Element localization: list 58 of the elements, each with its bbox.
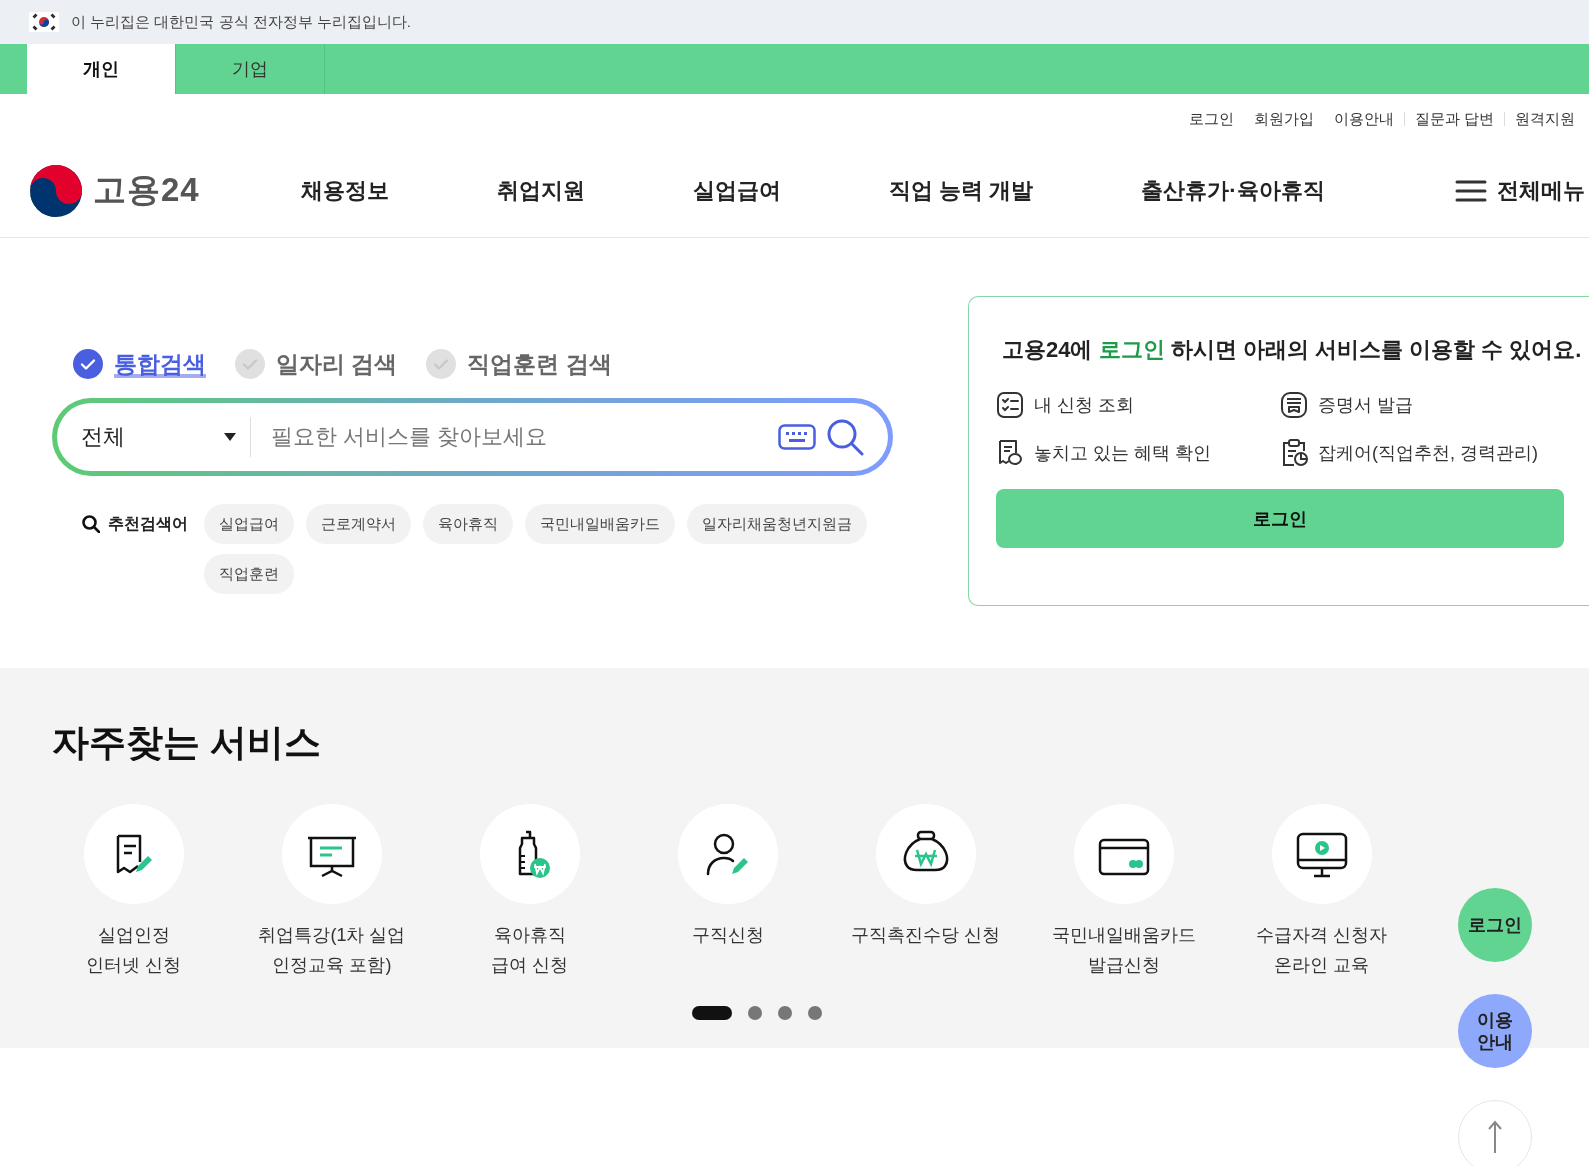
emblem-icon [29, 163, 83, 218]
search-icon[interactable] [826, 418, 864, 456]
utility-link[interactable]: 질문과 답변 [1404, 109, 1504, 129]
login-prompt: 고용24에 로그인 하시면 아래의 서비스를 이용할 수 있어요. [1002, 336, 1583, 364]
unchecked-circle-icon [425, 348, 458, 380]
checklist-icon [996, 391, 1024, 419]
search-type-option[interactable]: 직업훈련 검색 [425, 348, 612, 380]
unchecked-circle-icon [234, 348, 266, 380]
search-type-option[interactable]: 일자리 검색 [234, 348, 398, 380]
utility-link[interactable]: 이용안내 [1323, 109, 1404, 129]
caret-icon [224, 433, 236, 441]
service-link[interactable]: 실업인정 인터넷 신청 [86, 920, 182, 980]
keyword-chip[interactable]: 일자리채움청년지원금 [687, 504, 867, 544]
service-link[interactable]: 수급자격 신청자 온라인 교육 [1256, 920, 1388, 980]
nav-link[interactable]: 출산휴가·육아휴직 [1141, 175, 1325, 206]
keyword-chip[interactable]: 실업급여 [204, 504, 294, 544]
service-link[interactable]: 육아휴직 급여 신청 [491, 920, 569, 980]
nav-link[interactable]: 직업 능력 개발 [889, 175, 1034, 206]
checked-circle-icon [72, 348, 104, 380]
keyboard-icon[interactable] [778, 424, 816, 450]
benefit-text: 놓치고 있는 혜택 확인 [1034, 442, 1211, 465]
section-title: 자주찾는 서비스 [52, 721, 323, 765]
clipboard-chart-icon [1280, 439, 1308, 467]
utility-link[interactable]: 원격지원 [1505, 109, 1585, 129]
nav-link[interactable]: 채용정보 [301, 175, 389, 206]
gov-notice: 이 누리집은 대한민국 공식 전자정부 누리집입니다. [71, 12, 411, 32]
flag-icon [29, 12, 59, 32]
benefit-text: 잡케어(직업추천, 경력관리) [1318, 442, 1538, 465]
keyword-chip[interactable]: 근로계약서 [306, 504, 411, 544]
page-dot[interactable] [778, 1006, 792, 1020]
login-button[interactable]: 로그인 [996, 489, 1564, 548]
audience-tab[interactable]: 기업 [176, 44, 325, 94]
search-type-option[interactable]: 통합검색 [72, 348, 206, 380]
up-arrow-icon [1488, 1120, 1502, 1154]
page-dot[interactable] [808, 1006, 822, 1020]
keyword-chip[interactable]: 국민내일배움카드 [525, 504, 675, 544]
service-link[interactable]: 취업특강(1차 실업 인정교육 포함) [258, 920, 406, 980]
benefit-text: 증명서 발급 [1318, 394, 1413, 417]
suggestion-label: 추천검색어 [108, 513, 188, 534]
search-icon [82, 515, 100, 533]
certificate-icon [1280, 391, 1308, 419]
scope-dropdown[interactable]: 전체 [81, 417, 251, 457]
keyword-chip[interactable]: 육아휴직 [423, 504, 513, 544]
benefit-text: 내 신청 조회 [1034, 394, 1134, 417]
nav-link[interactable]: 실업급여 [693, 175, 781, 206]
nav-link[interactable]: 취업지원 [497, 175, 585, 206]
utility-link[interactable]: 회원가입 [1243, 109, 1324, 129]
service-link[interactable]: 구직촉진수당 신청 [851, 920, 1001, 950]
keyword-chip[interactable]: 직업훈련 [204, 554, 294, 594]
audience-tab[interactable]: 개인 [27, 44, 176, 94]
all-menu-button[interactable]: 전체메뉴 [1455, 175, 1585, 206]
logo-text[interactable]: 고용24 [93, 168, 200, 213]
service-link[interactable]: 구직신청 [692, 920, 764, 950]
service-link[interactable]: 국민내일배움카드 발급신청 [1052, 920, 1196, 980]
menu-icon [1455, 178, 1487, 203]
page-dot[interactable] [748, 1006, 762, 1020]
utility-link[interactable]: 로그인 [1178, 109, 1244, 129]
receipt-icon [996, 439, 1024, 467]
